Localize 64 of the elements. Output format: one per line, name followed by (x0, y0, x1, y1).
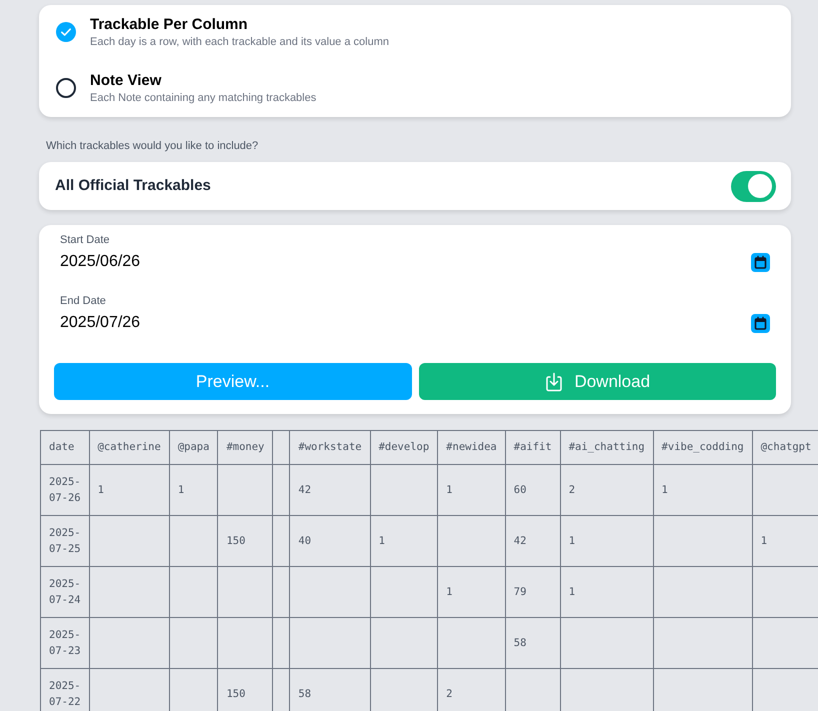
column-header: #develop (370, 430, 438, 464)
table-cell (218, 464, 273, 516)
table-cell: 1 (370, 516, 438, 566)
table-cell (370, 618, 438, 668)
option-description: Each day is a row, with each trackable and its value a column (90, 34, 389, 50)
calendar-icon[interactable] (751, 314, 770, 332)
table-cell: 1 (560, 566, 654, 618)
column-header: #vibe_codding (653, 430, 752, 464)
table-cell: 2025-07-24 (40, 566, 90, 618)
table-cell (370, 464, 438, 516)
table-cell: 1 (560, 516, 654, 566)
table-cell: 1 (653, 464, 752, 516)
table-cell: 42 (505, 516, 560, 566)
column-header: @chatgpt (752, 430, 818, 464)
column-header: @catherine (89, 430, 170, 464)
column-header: #aifit (505, 430, 560, 464)
table-cell: 58 (505, 618, 560, 668)
table-cell: 2025-07-25 (40, 516, 90, 566)
table-cell (438, 516, 506, 566)
table-cell (438, 618, 506, 668)
table-cell: 150 (218, 516, 273, 566)
column-header: #ai_chatting (560, 430, 654, 464)
option-title: Note View (90, 70, 162, 90)
trackables-label: All Official Trackables (55, 176, 211, 196)
column-header: @papa (169, 430, 218, 464)
radio-button[interactable] (56, 22, 76, 42)
table-cell: 42 (290, 464, 370, 516)
date-input[interactable]: 2025/06/26 (60, 250, 751, 274)
table-cell: 1 (438, 566, 506, 618)
download-icon (544, 372, 564, 392)
table-cell (370, 566, 438, 618)
column-header: #workstate (290, 430, 370, 464)
option-title: Trackable Per Column (90, 14, 249, 34)
table-cell: 2 (560, 464, 654, 516)
table-cell: 79 (505, 566, 560, 618)
table-cell: 1 (89, 464, 170, 516)
table-cell: 2025-07-23 (40, 618, 90, 668)
table-cell (169, 516, 218, 566)
table-cell (272, 516, 290, 566)
table-cell (218, 618, 273, 668)
option-description: Each Note containing any matching trackables (90, 90, 316, 106)
table-cell (272, 566, 290, 618)
table-cell (218, 566, 273, 618)
table-cell: 1 (438, 464, 506, 516)
field-label: End Date (60, 294, 107, 308)
field-label: Start Date (60, 233, 111, 247)
calendar-icon[interactable] (751, 252, 770, 272)
table-cell: 2025-07-22 (40, 668, 90, 711)
question-text: Which trackables would you like to include? (45, 139, 260, 153)
toggle-switch[interactable] (731, 170, 776, 202)
radio-button[interactable] (56, 78, 76, 98)
table-cell: 1 (169, 464, 218, 516)
table-cell (272, 618, 290, 668)
table-cell (169, 618, 218, 668)
table-cell: 40 (290, 516, 370, 566)
table-cell: 2025-07-26 (40, 464, 90, 516)
table-cell (169, 566, 218, 618)
column-header (272, 430, 290, 464)
column-header: date (40, 430, 90, 464)
column-header: #newidea (438, 430, 506, 464)
table-cell (272, 464, 290, 516)
table-cell: 60 (505, 464, 560, 516)
column-header: #money (218, 430, 273, 464)
date-input[interactable]: 2025/07/26 (60, 311, 751, 335)
